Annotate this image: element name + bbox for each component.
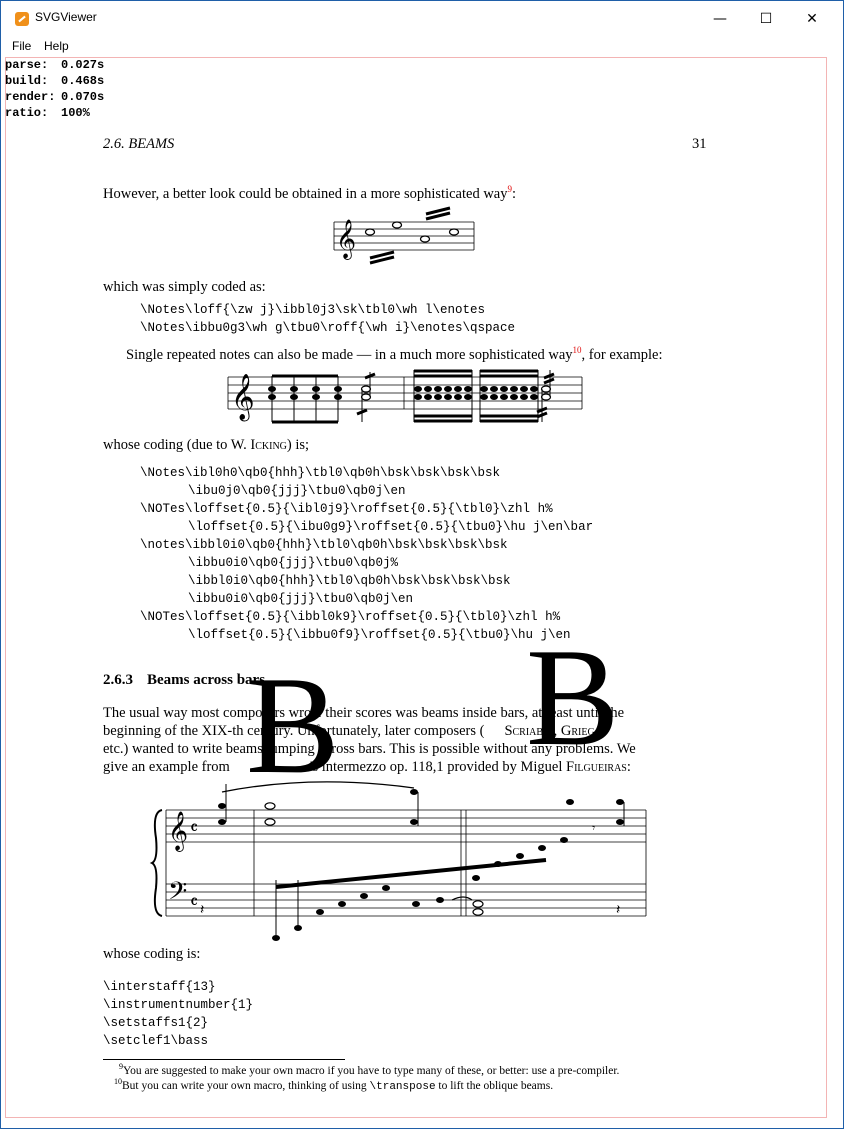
menu-help[interactable]: Help <box>44 39 69 53</box>
minimize-button[interactable]: — <box>697 1 743 37</box>
code3-line-3: \setstaffs1{2} <box>103 1016 209 1030</box>
maximize-button[interactable]: ☐ <box>743 1 789 37</box>
svg-text:𝄞: 𝄞 <box>168 811 188 852</box>
music-example-3: 𝄞 𝄢 𝄴 𝄴 𝄽 𝄽 𝄾 <box>149 781 647 941</box>
code1-line-2: \Notes\ibbu0g3\wh g\tbu0\roff{\wh i}\eno… <box>140 321 516 335</box>
svg-canvas[interactable]: 2.6. BEAMS 31 However, a better look cou… <box>5 57 827 1118</box>
code3-line-2: \instrumentnumber{1} <box>103 998 254 1012</box>
music-example-2: 𝄞 <box>227 369 583 424</box>
menu-bar: File Help <box>1 37 843 57</box>
code2-line-4: \loffset{0.5}{\ibu0g9}\roffset{0.5}{\tbu… <box>188 520 594 534</box>
svg-text:𝄽: 𝄽 <box>616 902 620 918</box>
close-button[interactable]: ✕ <box>789 1 835 37</box>
footnote-rule <box>103 1059 345 1060</box>
stat-build: build: 0.468s <box>5 74 105 88</box>
stat-render: render: 0.070s <box>5 90 105 104</box>
app-icon <box>15 12 29 26</box>
code2-line-1: \Notes\ibl0h0\qb0{hhh}\tbl0\qb0h\bsk\bsk… <box>140 466 501 480</box>
code3-line-4: \setclef1\bass <box>103 1034 209 1048</box>
svg-text:𝄴: 𝄴 <box>190 818 198 839</box>
stat-parse: parse: 0.027s <box>5 58 105 72</box>
svg-text:𝄴: 𝄴 <box>190 892 198 913</box>
paragraph-3-line-2: beginning of the XIX-th century. Unfortu… <box>103 723 599 739</box>
code2-line-7: \ibbl0i0\qb0{hhh}\tbl0\qb0h\bsk\bsk\bsk\… <box>188 574 511 588</box>
svg-text:𝄞: 𝄞 <box>336 219 356 260</box>
running-head: 2.6. BEAMS <box>103 136 175 152</box>
code2-line-3: \NOTes\loffset{0.5}{\ibl0j9}\roffset{0.5… <box>140 502 553 516</box>
document-page: 2.6. BEAMS 31 However, a better look cou… <box>6 58 826 1117</box>
svg-text:𝄞: 𝄞 <box>231 374 255 422</box>
code2-line-9: \NOTes\loffset{0.5}{\ibbl0k9}\roffset{0.… <box>140 610 561 624</box>
code1-line-1: \Notes\loff{\zw j}\ibbl0j3\sk\tbl0\wh l\… <box>140 303 486 317</box>
coding-due-text: whose coding (due to W. Icking) is; <box>103 437 310 453</box>
whose-coding-text: whose coding is: <box>103 946 201 962</box>
stat-ratio: ratio: 100% <box>5 106 90 120</box>
code2-line-5: \notes\ibbl0i0\qb0{hhh}\tbl0\qb0h\bsk\bs… <box>140 538 508 552</box>
code3-line-1: \interstaff{13} <box>103 980 216 994</box>
code2-line-2: \ibu0j0\qb0{jjj}\tbu0\qb0j\en <box>188 484 406 498</box>
section-heading: 2.6.3 Beams across bars <box>103 672 266 688</box>
footnote-ref-10[interactable]: 10 <box>573 345 582 355</box>
code2-line-10: \loffset{0.5}{\ibbu0f9}\roffset{0.5}{\tb… <box>188 628 571 642</box>
app-window: SVGViewer — ☐ ✕ File Help parse: 0.027s b… <box>0 0 844 1129</box>
music-example-1: 𝄞 <box>333 206 475 265</box>
minimize-icon: — <box>713 11 727 27</box>
page-number: 31 <box>692 136 707 152</box>
paragraph-1: However, a better look could be obtained… <box>103 184 517 202</box>
svg-text:𝄢: 𝄢 <box>168 877 187 912</box>
paragraph-2: Single repeated notes can also be made —… <box>126 345 663 363</box>
close-icon: ✕ <box>806 11 818 27</box>
title-bar[interactable]: SVGViewer — ☐ ✕ <box>1 1 843 37</box>
footnote-9: 9You are suggested to make your own macr… <box>119 1062 620 1077</box>
window-title: SVGViewer <box>35 10 97 24</box>
footnote-10: 10But you can write your own macro, thin… <box>114 1077 554 1093</box>
render-stats: parse: 0.027s build: 0.468s render: 0.070s … <box>5 57 104 121</box>
glyph-B-left: B <box>246 648 340 803</box>
svg-text:𝄽: 𝄽 <box>200 902 204 918</box>
code2-line-8: \ibbu0i0\qb0{jjj}\tbu0\qb0j\en <box>188 592 414 606</box>
maximize-icon: ☐ <box>759 11 773 27</box>
glyph-B-right: B <box>526 620 620 775</box>
svg-text:𝄾: 𝄾 <box>592 821 595 835</box>
coded-as-text: which was simply coded as: <box>103 279 266 295</box>
menu-file[interactable]: File <box>12 39 31 53</box>
code2-line-6: \ibbu0i0\qb0{jjj}\tbu0\qb0j% <box>188 556 399 570</box>
